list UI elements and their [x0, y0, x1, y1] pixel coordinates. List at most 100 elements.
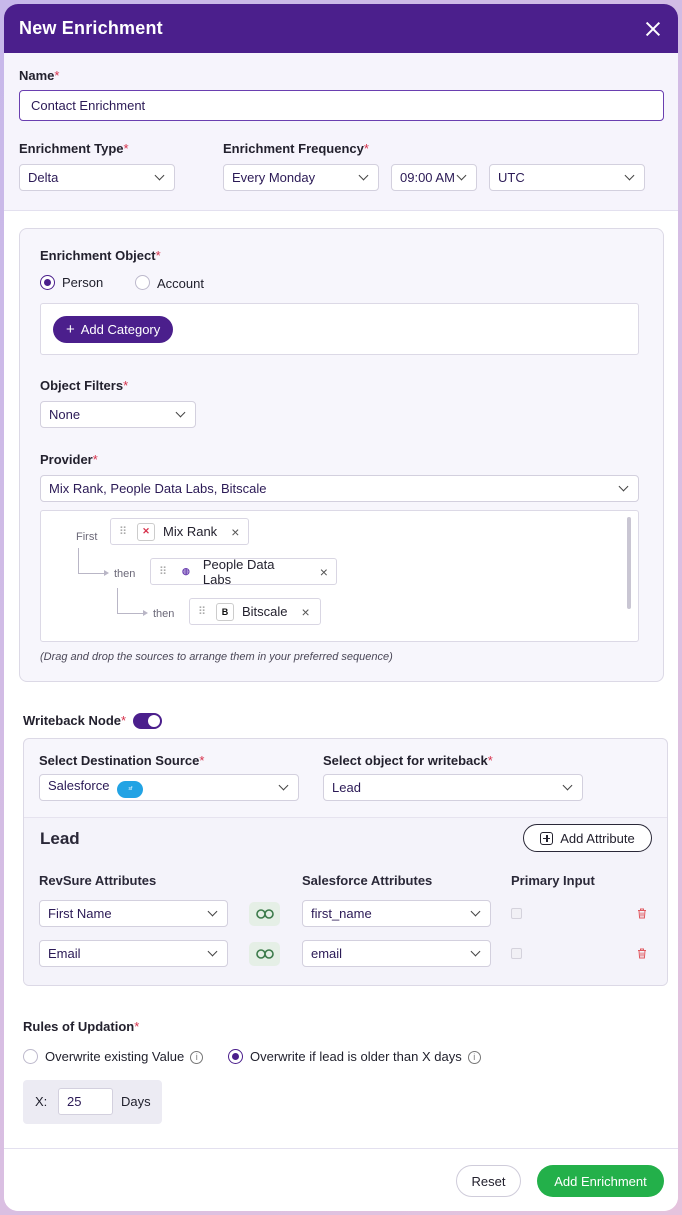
remove-icon[interactable]: × — [231, 524, 239, 540]
remove-icon[interactable]: × — [302, 604, 310, 620]
arrow-right-icon — [104, 570, 109, 576]
column-primary-input: Primary Input — [511, 873, 595, 888]
sequence-prefix-second: then — [114, 568, 136, 580]
provider-chip-label: Mix Rank — [163, 524, 218, 539]
modal-title: New Enrichment — [19, 18, 163, 38]
provider-chip-bitscale[interactable]: ⠿ B Bitscale × — [189, 598, 321, 625]
lead-section-title: Lead — [40, 829, 80, 848]
provider-chip-peopledatalabs[interactable]: ⠿ ◍ People Data Labs × — [150, 556, 337, 587]
modal-header: New Enrichment — [4, 4, 678, 53]
salesforce-icon: sf — [117, 780, 144, 798]
radio-overwrite-existing[interactable] — [23, 1049, 38, 1064]
object-filters-select[interactable]: None — [40, 401, 196, 428]
enrichment-frequency-label: Enrichment Frequency* — [223, 141, 369, 156]
chevron-down-icon — [207, 946, 218, 957]
chevron-down-icon — [456, 170, 467, 181]
chevron-down-icon — [175, 407, 186, 418]
info-icon[interactable]: i — [467, 1051, 481, 1065]
enrichment-type-select[interactable]: Delta — [19, 164, 175, 191]
provider-chip-label: People Data Labs — [202, 556, 275, 587]
frequency-time-select[interactable]: 09:00 AM — [391, 164, 477, 191]
rules-of-updation-label: Rules of Updation* — [23, 1019, 140, 1034]
provider-value: Mix Rank, People Data Labs, Bitscale — [49, 481, 267, 496]
destination-source-label: Select Destination Source* — [39, 753, 205, 768]
chevron-down-icon — [470, 906, 481, 917]
days-input[interactable]: 25 — [58, 1088, 113, 1115]
radio-account-label: Account — [157, 276, 204, 291]
chevron-down-icon — [562, 780, 573, 791]
chevron-down-icon — [618, 481, 629, 492]
reset-button[interactable]: Reset — [456, 1165, 521, 1197]
writeback-card: Select Destination Source* Salesforce sf … — [23, 738, 668, 986]
chevron-down-icon — [624, 170, 635, 181]
salesforce-attribute-select[interactable]: email — [302, 940, 491, 967]
radio-person-label: Person — [62, 275, 104, 290]
object-filters-value: None — [49, 407, 81, 422]
days-threshold-box: X: 25 Days — [23, 1080, 162, 1124]
destination-source-value: Salesforce — [48, 777, 110, 793]
info-icon[interactable]: i — [190, 1051, 204, 1065]
writeback-object-select[interactable]: Lead — [323, 774, 583, 801]
arrow-right-icon — [143, 610, 148, 616]
chevron-down-icon — [154, 170, 165, 181]
general-settings: Name* Contact Enrichment Enrichment Type… — [4, 53, 678, 211]
trash-icon[interactable] — [637, 948, 647, 959]
radio-account[interactable] — [135, 275, 150, 290]
enrichment-object-card: Enrichment Object* Person Account + Add … — [19, 228, 664, 682]
name-input[interactable]: Contact Enrichment — [19, 90, 664, 121]
name-label: Name* — [19, 68, 60, 83]
drag-handle-icon[interactable]: ⠿ — [198, 605, 208, 618]
category-box: + Add Category — [40, 303, 639, 355]
plus-square-icon — [540, 831, 554, 845]
provider-select[interactable]: Mix Rank, People Data Labs, Bitscale — [40, 475, 639, 502]
lead-mapping-section: Lead Add Attribute RevSure Attributes Sa… — [24, 817, 667, 985]
primary-input-checkbox[interactable] — [511, 948, 522, 959]
close-icon[interactable] — [643, 19, 663, 39]
chevron-down-icon — [207, 906, 218, 917]
days-label: Days — [121, 1094, 151, 1109]
enrichment-type-label: Enrichment Type* — [19, 141, 129, 156]
revsure-attribute-select[interactable]: First Name — [39, 900, 228, 927]
add-category-label: Add Category — [80, 322, 161, 337]
provider-label: Provider* — [40, 452, 98, 467]
frequency-day-value: Every Monday — [232, 170, 316, 185]
primary-input-checkbox[interactable] — [511, 908, 522, 919]
writeback-toggle[interactable] — [133, 713, 162, 729]
add-attribute-button[interactable]: Add Attribute — [523, 824, 652, 852]
radio-overwrite-older[interactable] — [228, 1049, 243, 1064]
destination-source-select[interactable]: Salesforce sf — [39, 774, 299, 801]
add-attribute-label: Add Attribute — [560, 830, 635, 846]
column-salesforce-attributes: Salesforce Attributes — [302, 873, 433, 888]
frequency-time-value: 09:00 AM — [400, 170, 455, 185]
revsure-attribute-value: Email — [48, 946, 81, 961]
revsure-attribute-select[interactable]: Email — [39, 940, 228, 967]
writeback-object-value: Lead — [332, 780, 361, 795]
chevron-down-icon — [470, 946, 481, 957]
trash-icon[interactable] — [637, 908, 647, 919]
radio-overwrite-older-label: Overwrite if lead is older than X days i — [250, 1049, 481, 1065]
sequence-prefix-first: First — [76, 531, 98, 543]
tree-connector — [117, 588, 145, 614]
link-icon[interactable] — [249, 902, 280, 926]
salesforce-attribute-value: first_name — [311, 906, 372, 921]
add-enrichment-button[interactable]: Add Enrichment — [537, 1165, 664, 1197]
provider-chip-mixrank[interactable]: ⠿ ✕ Mix Rank × — [110, 518, 249, 545]
add-category-button[interactable]: + Add Category — [53, 316, 174, 343]
enrichment-object-label: Enrichment Object* — [40, 248, 161, 263]
x-label: X: — [35, 1094, 48, 1109]
enrichment-type-value: Delta — [28, 170, 59, 185]
remove-icon[interactable]: × — [320, 564, 328, 580]
modal-footer: Reset Add Enrichment — [4, 1148, 678, 1211]
radio-person[interactable] — [40, 275, 55, 290]
bitscale-icon: B — [216, 602, 234, 621]
timezone-select[interactable]: UTC — [489, 164, 645, 191]
frequency-day-select[interactable]: Every Monday — [223, 164, 379, 191]
drag-handle-icon[interactable]: ⠿ — [159, 565, 169, 578]
scrollbar[interactable] — [627, 517, 631, 609]
column-revsure-attributes: RevSure Attributes — [39, 873, 157, 888]
drag-handle-icon[interactable]: ⠿ — [119, 525, 129, 538]
revsure-attribute-value: First Name — [48, 906, 112, 921]
link-icon[interactable] — [249, 942, 280, 966]
salesforce-attribute-select[interactable]: first_name — [302, 900, 491, 927]
new-enrichment-modal: New Enrichment Name* Contact Enrichment … — [4, 4, 678, 1211]
